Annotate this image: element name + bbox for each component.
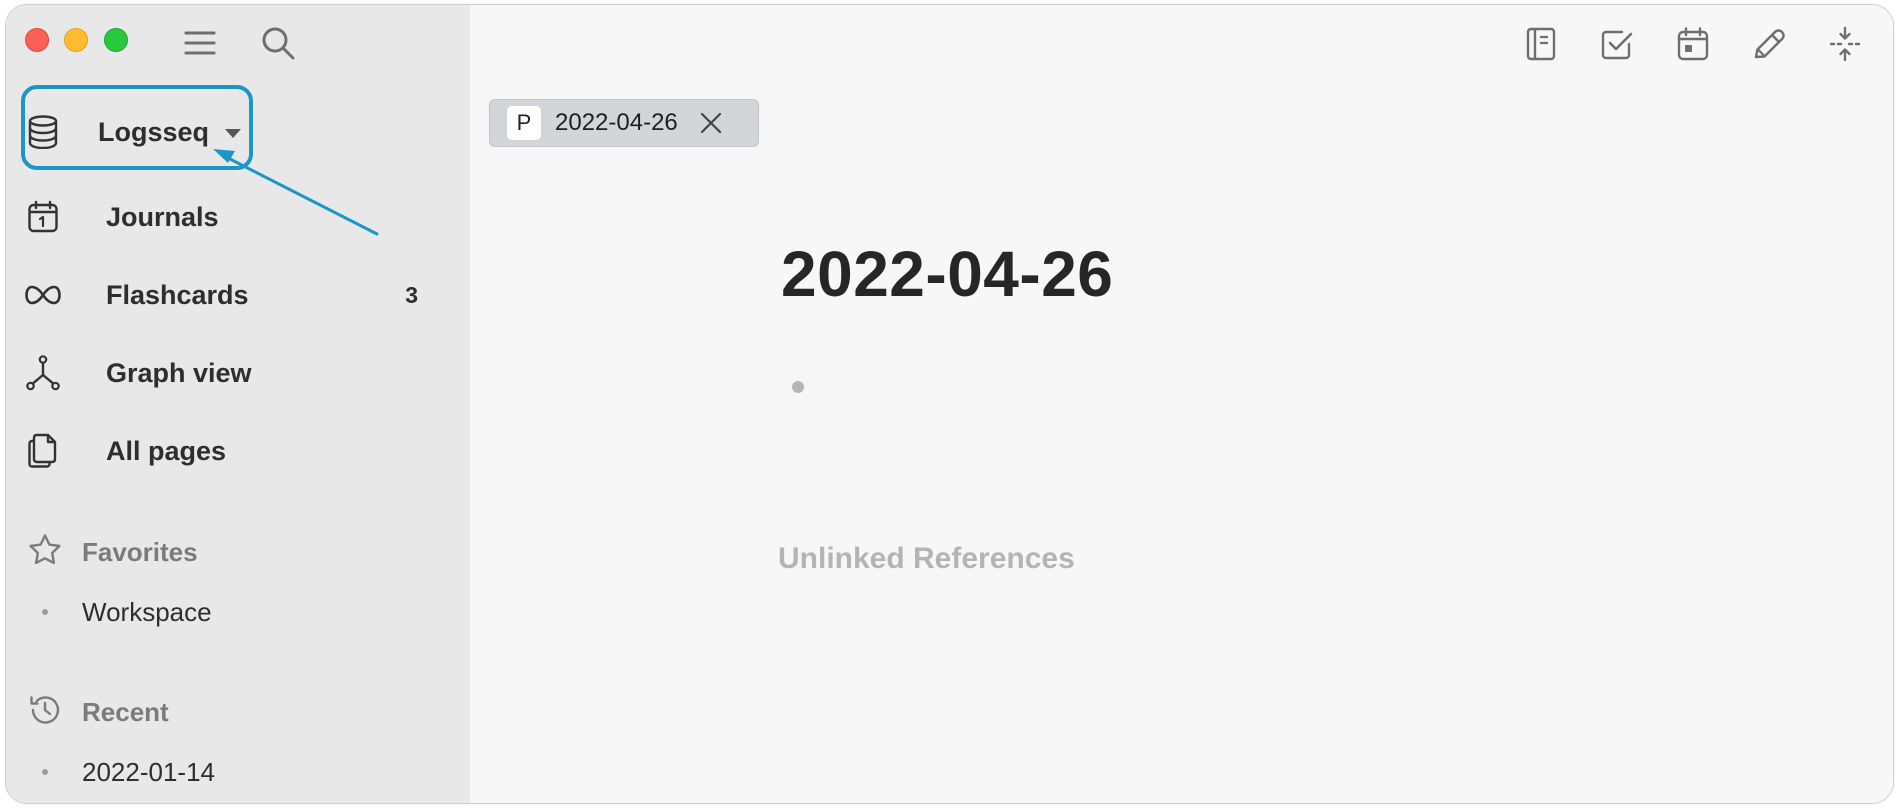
sidebar-item-graph-view[interactable]: Graph view (24, 345, 444, 401)
tab-label: 2022-04-26 (555, 109, 678, 136)
history-icon (28, 693, 62, 732)
favorite-item-label: Workspace (82, 596, 212, 627)
recent-item[interactable]: 2022-01-14 (42, 752, 215, 792)
favorite-item[interactable]: Workspace (42, 592, 212, 632)
recent-item-label: 2022-01-14 (82, 756, 215, 787)
left-sidebar: Logsseq Journals Flashcards 3 Graph view… (6, 5, 470, 803)
calendar-icon[interactable] (1674, 25, 1712, 63)
sidebar-item-label: All pages (106, 435, 227, 466)
sidebar-item-journals[interactable]: Journals (24, 189, 444, 245)
window-minimize-button[interactable] (64, 28, 88, 52)
sidebar-item-all-pages[interactable]: All pages (24, 423, 444, 479)
star-icon (28, 533, 62, 572)
calendar-icon (24, 198, 62, 236)
page-title[interactable]: 2022-04-26 (781, 237, 1113, 311)
flashcards-count-badge: 3 (405, 281, 418, 308)
sidebar-item-label: Graph view (106, 357, 252, 388)
unlinked-references-header[interactable]: Unlinked References (778, 542, 1075, 576)
page-type-badge: P (507, 106, 541, 140)
sidebar-item-flashcards[interactable]: Flashcards 3 (24, 267, 444, 323)
graph-icon (24, 354, 62, 392)
journal-book-icon[interactable] (1522, 25, 1560, 63)
app-window: Logsseq Journals Flashcards 3 Graph view… (5, 4, 1894, 804)
close-icon[interactable] (698, 110, 724, 136)
collapse-icon[interactable] (1826, 25, 1864, 63)
block-bullet[interactable] (792, 381, 804, 393)
sidebar-item-label: Flashcards (106, 279, 249, 310)
page-tab[interactable]: P 2022-04-26 (489, 99, 759, 147)
checkbox-icon[interactable] (1598, 25, 1636, 63)
sidebar-item-label: Journals (106, 201, 219, 232)
recent-section-header[interactable]: Recent (28, 692, 169, 732)
favorites-label: Favorites (82, 536, 198, 567)
recent-label: Recent (82, 696, 169, 727)
highlight-annotation-box (21, 85, 253, 170)
search-icon[interactable] (258, 23, 298, 63)
menu-icon[interactable] (182, 25, 218, 61)
bullet-icon (42, 769, 48, 775)
pages-icon (24, 432, 62, 470)
pencil-icon[interactable] (1750, 25, 1788, 63)
window-close-button[interactable] (25, 28, 49, 52)
bullet-icon (42, 609, 48, 615)
favorites-section-header[interactable]: Favorites (28, 532, 198, 572)
window-maximize-button[interactable] (104, 28, 128, 52)
infinity-icon (24, 276, 62, 314)
